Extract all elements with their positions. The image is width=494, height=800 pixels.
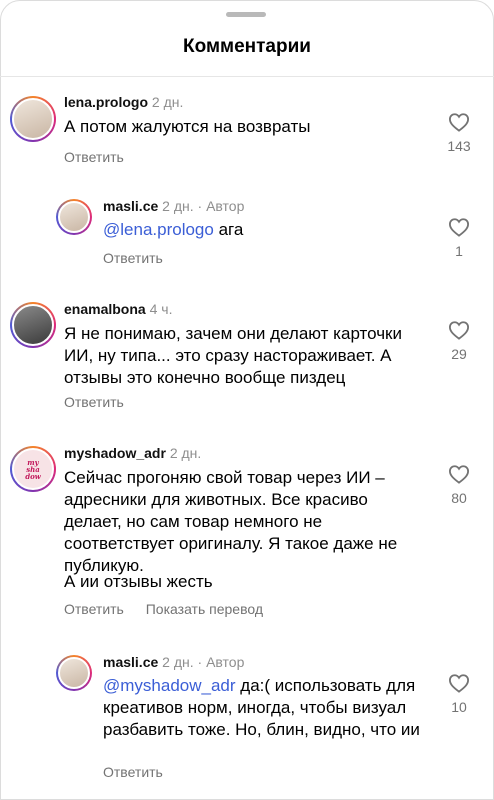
avatar[interactable]	[10, 302, 56, 348]
show-translation-button[interactable]: Показать перевод	[146, 601, 263, 617]
comment-actions: Ответить	[103, 250, 181, 266]
comment-text: @myshadow_adr да:( использовать для креа…	[103, 675, 425, 741]
comment-time: 4 ч.	[149, 301, 173, 317]
author-tag: Автор	[206, 654, 245, 670]
profile-photo-icon	[12, 304, 54, 346]
like-count: 29	[451, 346, 467, 362]
like-control: 1	[439, 217, 479, 259]
reply-button[interactable]: Ответить	[64, 149, 124, 165]
profile-photo-icon	[58, 657, 90, 689]
comment-meta: enamalbona 4 ч.	[64, 301, 172, 317]
sheet-grabber[interactable]	[226, 12, 266, 17]
comment-text: А потом жалуются на возвраты	[64, 116, 434, 138]
heart-icon[interactable]	[448, 112, 470, 132]
like-count: 1	[455, 243, 463, 259]
comment-text: @lena.prologo ага	[103, 219, 433, 241]
comment-text: Я не понимаю, зачем они делают карточки …	[64, 323, 426, 389]
like-count: 143	[447, 138, 471, 154]
reply-button[interactable]: Ответить	[64, 394, 124, 410]
comment-meta: myshadow_adr 2 дн.	[64, 445, 201, 461]
comment-body: ага	[213, 220, 244, 239]
logo-line: dow	[25, 471, 41, 481]
avatar[interactable]: my sha dow	[10, 446, 56, 492]
comment-actions: Ответить	[64, 394, 142, 410]
author-tag: Автор	[206, 198, 245, 214]
comment-actions: Ответить	[64, 149, 142, 165]
comment-body: А потом жалуются на возвраты	[64, 117, 311, 136]
comment-meta: masli.ce 2 дн. · Автор	[103, 654, 244, 670]
heart-icon[interactable]	[448, 320, 470, 340]
comment-username[interactable]: masli.ce	[103, 198, 158, 214]
comment-username[interactable]: masli.ce	[103, 654, 158, 670]
comment-body: Я не понимаю, зачем они делают карточки …	[64, 324, 402, 387]
comment-username[interactable]: lena.prologo	[64, 94, 148, 110]
mention-link[interactable]: @myshadow_adr	[103, 676, 236, 695]
page-title: Комментарии	[183, 36, 311, 57]
profile-photo-icon	[58, 201, 90, 233]
comment-text: Сейчас прогоняю свой товар через ИИ – ад…	[64, 467, 422, 577]
heart-icon[interactable]	[448, 673, 470, 693]
heart-icon[interactable]	[448, 464, 470, 484]
comment-actions: Ответить Показать перевод	[64, 601, 281, 617]
like-count: 80	[451, 490, 467, 506]
reply-button[interactable]: Ответить	[103, 250, 163, 266]
reply-button[interactable]: Ответить	[103, 764, 163, 780]
comment-meta: masli.ce 2 дн. · Автор	[103, 198, 244, 214]
avatar[interactable]	[56, 199, 92, 235]
comment-time: 2 дн.	[162, 654, 194, 670]
like-count: 10	[451, 699, 467, 715]
comment-text-extra: А ии отзывы жесть	[64, 571, 422, 593]
comment-time: 2 дн.	[151, 94, 184, 110]
brand-logo-icon: my sha dow	[12, 448, 54, 490]
profile-photo-icon	[12, 98, 54, 140]
comment-username[interactable]: enamalbona	[64, 301, 146, 317]
comment-time: 2 дн.	[169, 445, 202, 461]
dot-separator: ·	[197, 198, 203, 214]
comment-body: Сейчас прогоняю свой товар через ИИ – ад…	[64, 468, 398, 575]
like-control: 80	[439, 464, 479, 506]
like-control: 29	[439, 320, 479, 362]
like-control: 143	[439, 112, 479, 154]
like-control: 10	[439, 673, 479, 715]
avatar[interactable]	[10, 96, 56, 142]
comment-time: 2 дн.	[162, 198, 194, 214]
mention-link[interactable]: @lena.prologo	[103, 220, 214, 239]
comment-username[interactable]: myshadow_adr	[64, 445, 166, 461]
dot-separator: ·	[197, 654, 203, 670]
comment-actions: Ответить	[103, 764, 181, 780]
brand-logo-text: my sha dow	[25, 459, 41, 480]
reply-button[interactable]: Ответить	[64, 601, 124, 617]
header-divider	[0, 76, 494, 77]
avatar[interactable]	[56, 655, 92, 691]
comment-meta: lena.prologo 2 дн.	[64, 94, 183, 110]
heart-icon[interactable]	[448, 217, 470, 237]
comment-body-extra: А ии отзывы жесть	[64, 572, 213, 591]
